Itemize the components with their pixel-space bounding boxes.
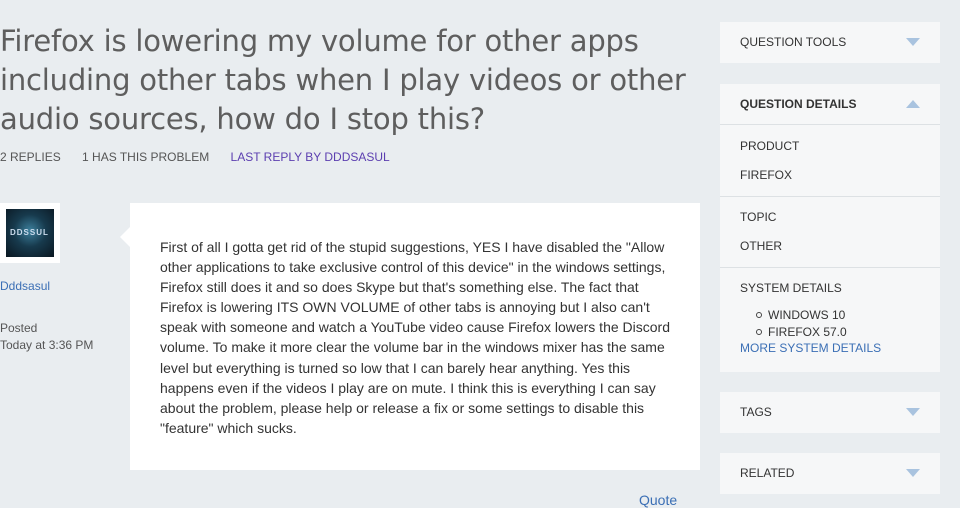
posted-label: Posted	[0, 321, 38, 335]
more-system-details-link[interactable]: MORE SYSTEM DETAILS	[720, 341, 940, 355]
has-problem-count: 1 HAS THIS PROBLEM	[82, 150, 210, 164]
username-link[interactable]: Dddsasul	[0, 279, 50, 293]
chevron-down-icon	[906, 469, 920, 477]
product-label: PRODUCT	[740, 139, 800, 153]
question-tools-toggle[interactable]: QUESTION TOOLS	[720, 22, 940, 62]
tags-panel: TAGS	[720, 392, 940, 433]
question-details-panel: QUESTION DETAILS PRODUCT FIREFOX TOPIC O…	[720, 84, 940, 372]
chevron-down-icon	[906, 408, 920, 416]
product-value[interactable]: FIREFOX	[720, 166, 940, 184]
tags-toggle[interactable]: TAGS	[720, 392, 940, 432]
chevron-up-icon	[906, 100, 920, 108]
question-tools-panel: QUESTION TOOLS	[720, 22, 940, 63]
posted-time: Today at 3:36 PM	[0, 338, 94, 352]
question-details-label: QUESTION DETAILS	[740, 97, 857, 111]
post-timestamp: Posted Today at 3:36 PM	[0, 320, 93, 354]
topic-label: TOPIC	[740, 210, 777, 224]
avatar[interactable]: DDSSUL	[0, 203, 60, 263]
tags-label: TAGS	[740, 405, 772, 419]
related-panel: RELATED	[720, 453, 940, 494]
avatar-image: DDSSUL	[6, 209, 54, 257]
question-meta: 2 REPLIES 1 HAS THIS PROBLEM LAST REPLY …	[0, 150, 408, 164]
question-tools-label: QUESTION TOOLS	[740, 35, 847, 49]
replies-count[interactable]: 2 REPLIES	[0, 150, 61, 164]
topic-value[interactable]: OTHER	[720, 237, 940, 255]
last-reply-link[interactable]: LAST REPLY BY DDDSASUL	[231, 150, 390, 164]
post-body: First of all I gotta get rid of the stup…	[160, 239, 670, 436]
quote-link[interactable]: Quote	[639, 492, 677, 508]
chevron-down-icon	[906, 38, 920, 46]
system-item-browser: FIREFOX 57.0	[756, 324, 940, 341]
post-card: First of all I gotta get rid of the stup…	[120, 203, 700, 470]
system-item-os: WINDOWS 10	[756, 307, 940, 324]
related-toggle[interactable]: RELATED	[720, 453, 940, 493]
question-title: Firefox is lowering my volume for other …	[0, 24, 686, 136]
system-details-label: SYSTEM DETAILS	[740, 281, 842, 295]
related-label: RELATED	[740, 466, 795, 480]
system-details-list: WINDOWS 10 FIREFOX 57.0	[720, 307, 940, 341]
question-details-toggle[interactable]: QUESTION DETAILS	[720, 84, 940, 124]
